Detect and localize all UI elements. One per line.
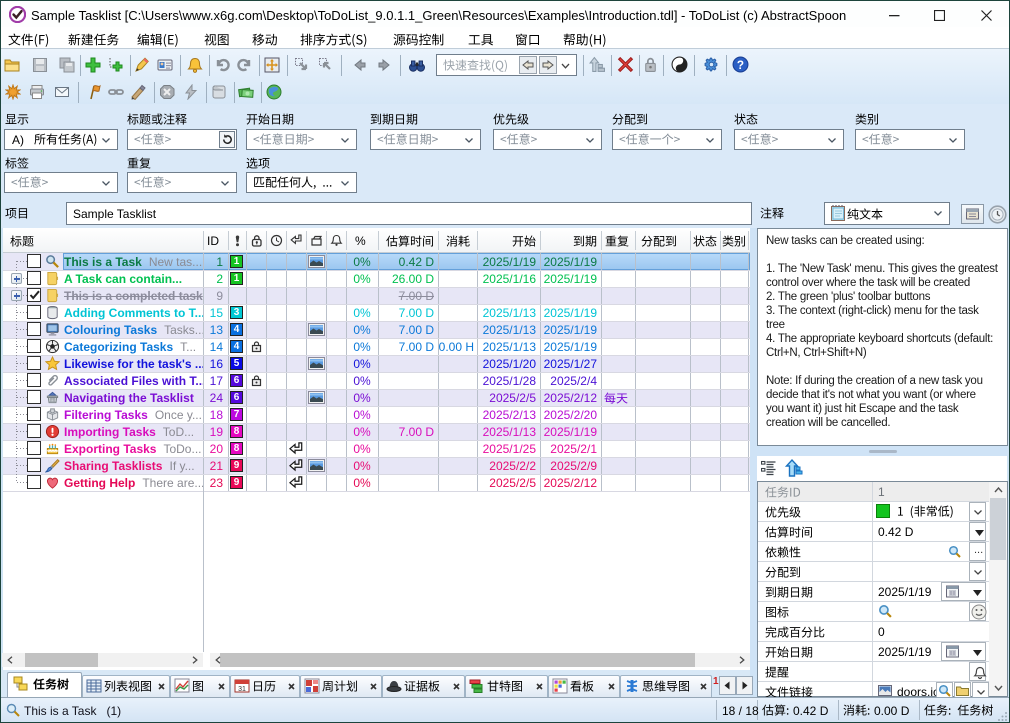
svg-text:?: ? [737, 59, 744, 72]
svg-text:31: 31 [238, 686, 246, 693]
